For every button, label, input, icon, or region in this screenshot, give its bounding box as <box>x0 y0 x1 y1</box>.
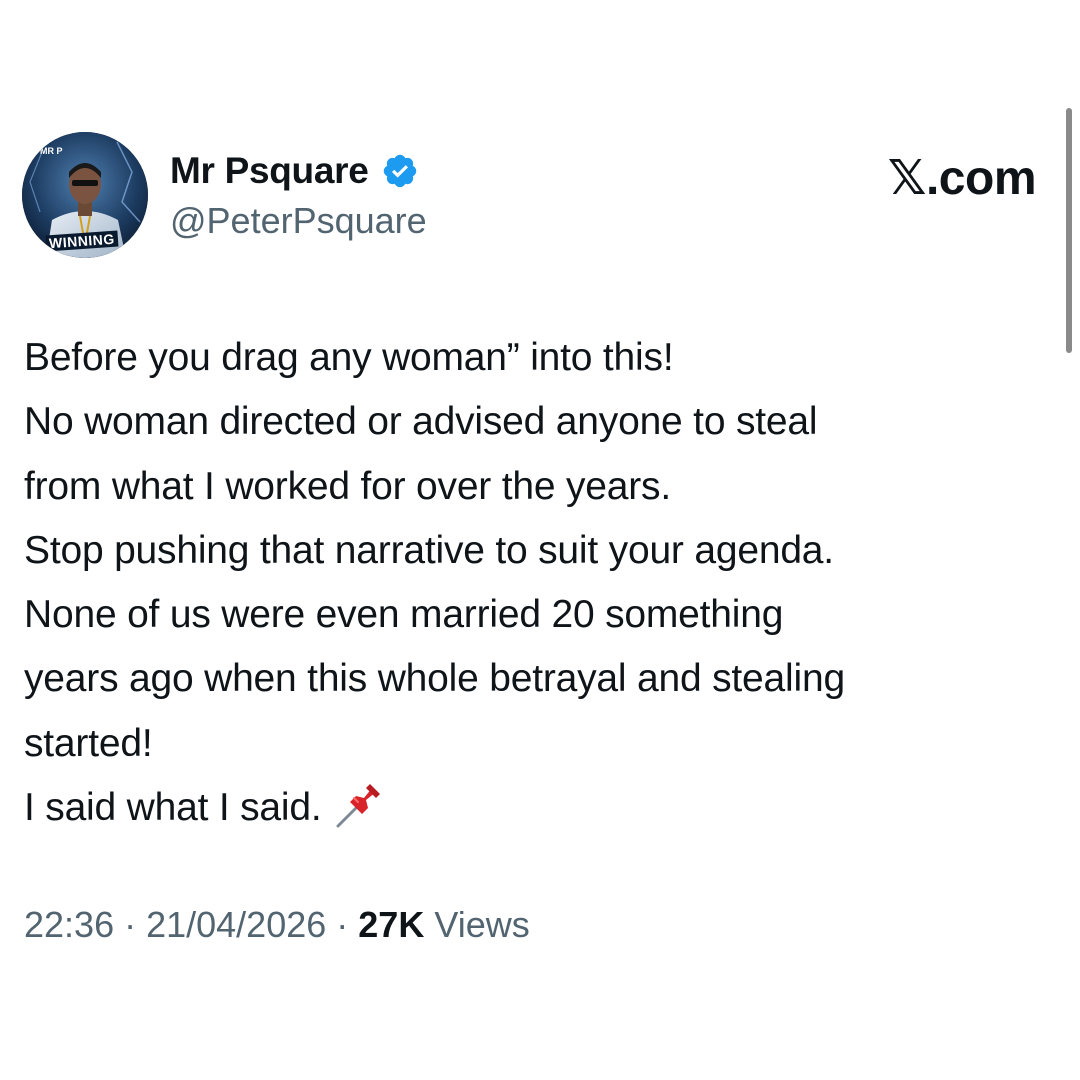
tweet-line: Stop pushing that narrative to suit your… <box>24 528 834 572</box>
tweet-date[interactable]: 21/04/2026 <box>146 904 326 945</box>
verified-badge-icon <box>383 154 416 188</box>
tweet-line: Before you drag any woman” into this! <box>24 336 674 379</box>
author-name-row: Mr Psquare <box>170 148 419 194</box>
tweet-line: started! <box>24 721 153 765</box>
meta-separator: · <box>326 904 359 945</box>
tweet-line: None of us were even married 20 somethin… <box>24 593 784 637</box>
author-display-name[interactable]: Mr Psquare <box>170 150 369 192</box>
avatar[interactable]: MR P WINNING <box>22 132 148 258</box>
scrollbar[interactable] <box>1066 108 1072 353</box>
pushpin-icon <box>336 784 380 828</box>
meta-separator: · <box>114 904 147 945</box>
tweet-meta: 22:36 · 21/04/2026 · 27K Views <box>24 904 530 946</box>
author-handle[interactable]: @PeterPsquare <box>170 200 427 242</box>
views-count: 27K <box>358 904 425 945</box>
avatar-corner-text: MR P <box>40 146 63 156</box>
brand-watermark: 𝕏.com <box>887 152 1037 205</box>
tweet-line-last: I said what I said. <box>24 776 1054 840</box>
tweet-line-text: I said what I said. <box>24 786 322 830</box>
tweet-time[interactable]: 22:36 <box>24 904 114 945</box>
views-label: Views <box>434 904 530 945</box>
tweet-line: years ago when this whole betrayal and s… <box>24 657 845 701</box>
tweet-line: No woman directed or advised anyone to s… <box>24 400 818 444</box>
tweet-line: from what I worked for over the years. <box>24 464 671 508</box>
tweet-text: Before you drag any woman” into this! No… <box>24 326 1054 840</box>
